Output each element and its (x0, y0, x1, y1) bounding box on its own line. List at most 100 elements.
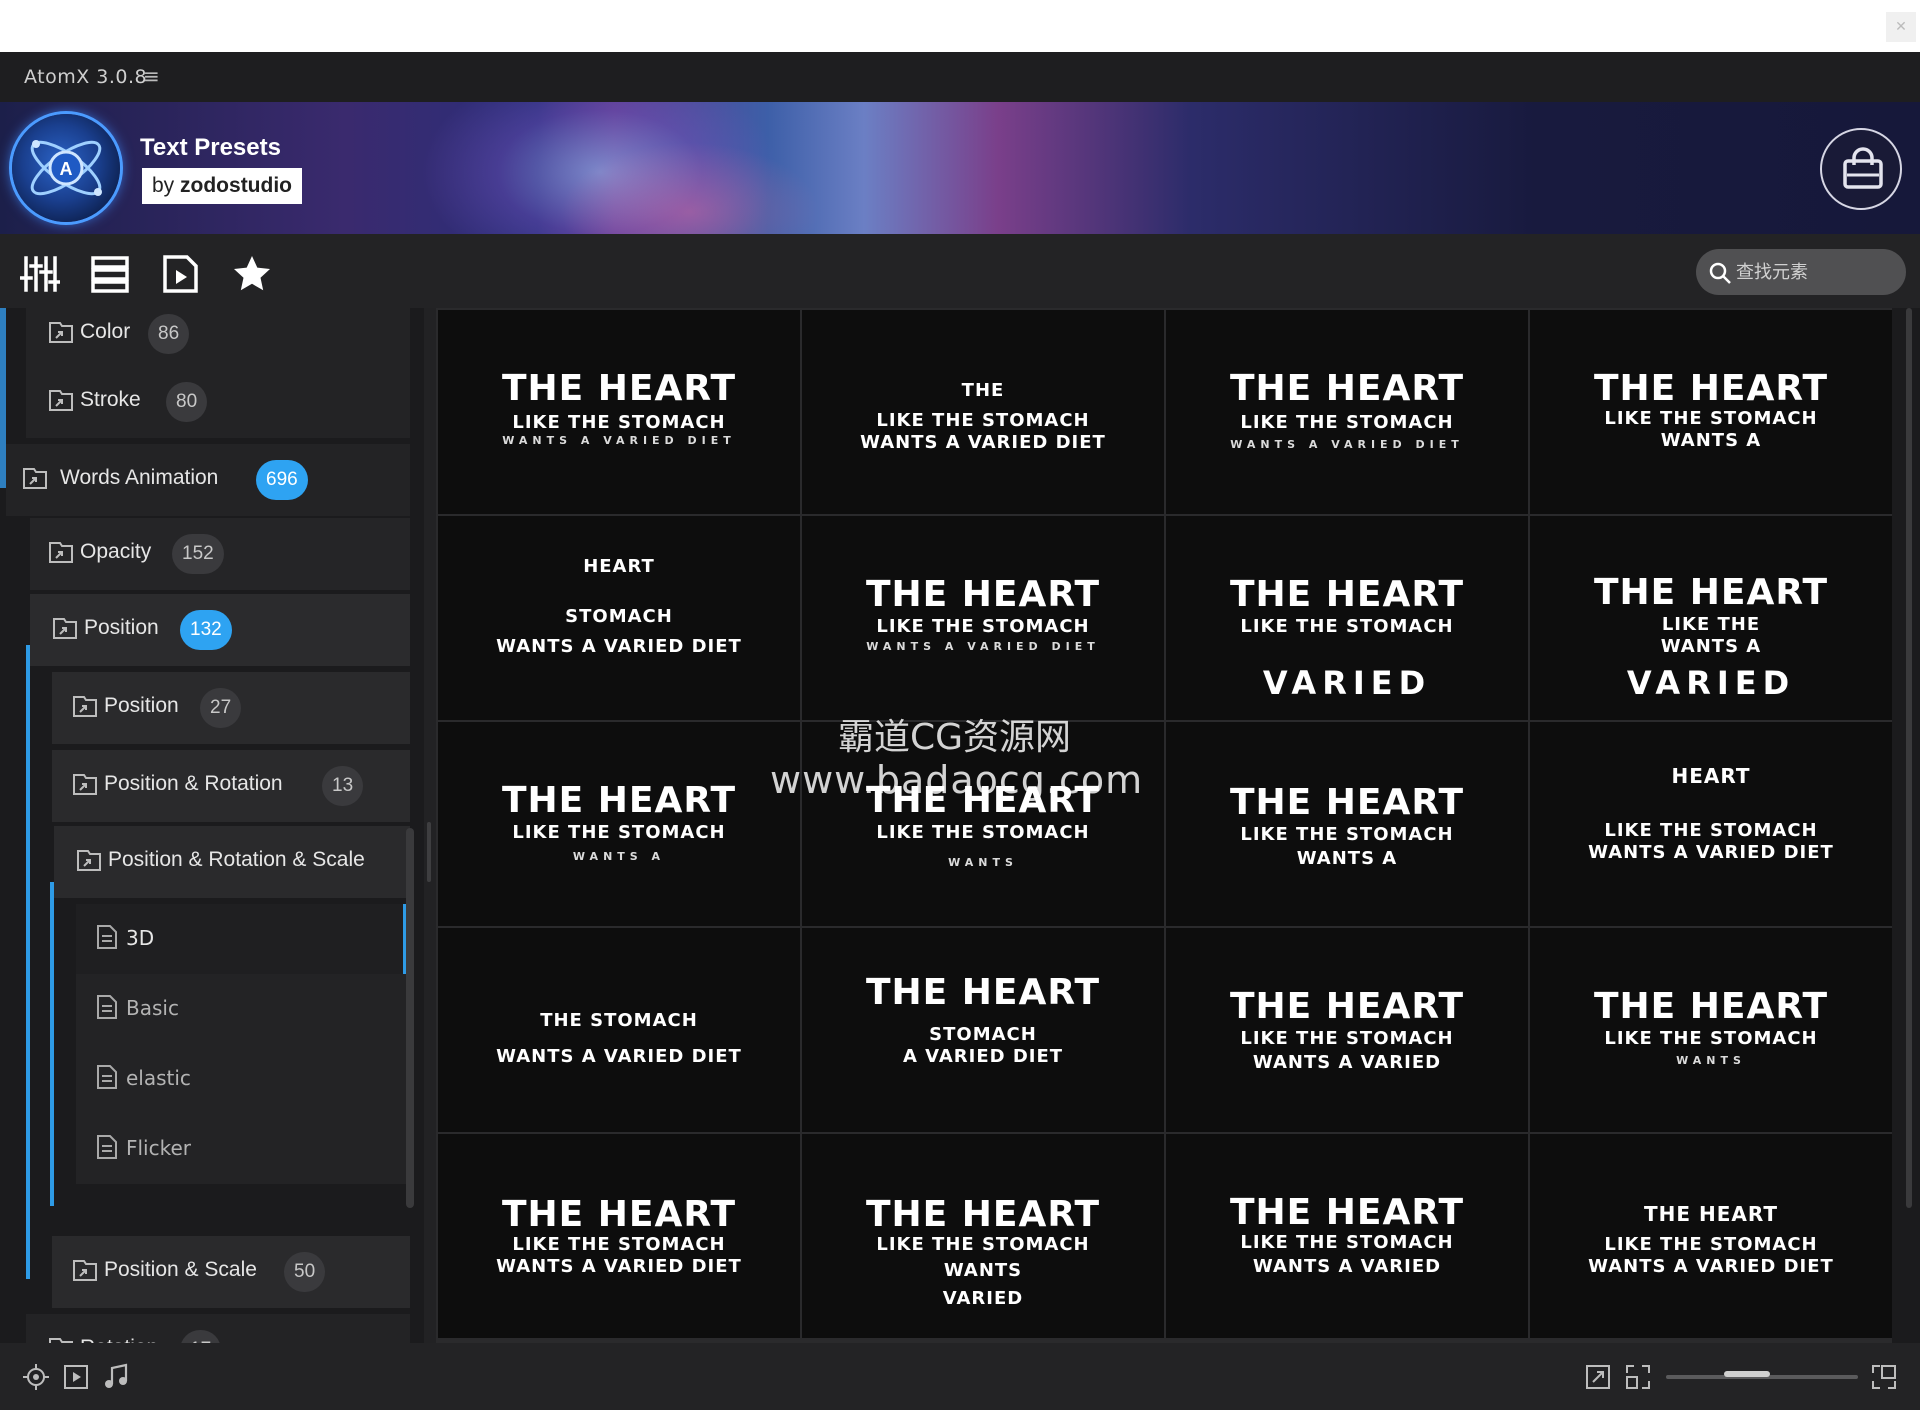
author-label[interactable]: by zodostudio (142, 168, 303, 204)
preset-thumbnail[interactable]: THE HEART LIKE THE STOMACH WANTS A VARIED (1166, 1134, 1528, 1338)
sidebar-item-color[interactable]: Color 86 (26, 308, 410, 370)
preset-thumbnail[interactable]: HEART STOMACH WANTS A VARIED DIET (438, 516, 800, 720)
preset-text-line: THE STOMACH (540, 1010, 698, 1031)
preset-thumbnail[interactable]: THE HEART LIKE THE STOMACH WANTS A (1530, 310, 1892, 514)
preset-thumbnail[interactable]: THE HEART LIKE THE STOMACH WANTS (1530, 928, 1892, 1132)
sidebar-item-label: Stroke (80, 388, 141, 411)
folder-icon (22, 466, 48, 492)
preset-thumbnail[interactable]: THE HEART LIKE THE STOMACH WANTS A VARIED … (1166, 310, 1528, 514)
sidebar-item-position-rotation-scale[interactable]: Position & Rotation & Scale (54, 826, 410, 898)
preset-text-line: LIKE THE STOMACH (512, 412, 726, 433)
media-file-icon[interactable] (160, 254, 200, 294)
preset-text-line: VARIED (1626, 664, 1796, 702)
sidebar-item-opacity[interactable]: Opacity 152 (30, 518, 410, 590)
fit-icon[interactable] (1624, 1363, 1652, 1391)
preset-thumbnail[interactable]: THE STOMACH WANTS A VARIED DIET (438, 928, 800, 1132)
window-close-icon[interactable]: ✕ (1886, 12, 1916, 42)
preset-text-line: WANTS (943, 1260, 1023, 1281)
preset-text-line: THE HEART (1593, 572, 1829, 613)
grid-scrollbar[interactable] (1906, 308, 1912, 1208)
preset-thumbnail[interactable]: THE HEART LIKE THE STOMACH WANTS A VARIED … (438, 310, 800, 514)
sidebar-item-label: Color (80, 320, 131, 343)
preset-thumbnail[interactable]: THE HEART LIKE THE STOMACH WANTS A VARIED … (802, 516, 1164, 720)
folder-icon (72, 772, 98, 798)
preset-text-line: THE HEART (865, 972, 1101, 1013)
sidebar-item-position-scale[interactable]: Position & Scale 50 (52, 1236, 410, 1308)
shopping-bag-button[interactable] (1820, 128, 1902, 210)
sidebar-item-position-sub[interactable]: Position 27 (52, 672, 410, 744)
preset-text-line: VARIED (942, 1288, 1024, 1309)
list-icon[interactable] (90, 254, 130, 294)
preset-text-line: WANTS A VARIED DIET (860, 432, 1106, 453)
count-badge: 80 (166, 382, 208, 422)
search-box[interactable] (1696, 249, 1906, 295)
count-badge: 132 (180, 610, 232, 650)
hamburger-icon[interactable]: ≡ (143, 64, 160, 88)
preset-text-line: STOMACH (929, 1024, 1037, 1045)
preset-thumbnail[interactable]: THE HEART LIKE THE STOMACH WANTS A VARIED … (438, 1134, 800, 1338)
author-prefix: by (152, 174, 175, 197)
folder-icon (52, 616, 78, 642)
sidebar-item-position[interactable]: Position 132 (30, 594, 410, 666)
preset-text-line: HEART (583, 556, 655, 577)
sidebar-item-words-animation[interactable]: Words Animation 696 (6, 444, 410, 516)
music-icon[interactable] (102, 1363, 130, 1391)
fullscreen-icon[interactable] (1870, 1363, 1898, 1391)
banner: A Text Presets by zodostudio (0, 102, 1920, 234)
preset-text-line: VARIED (1262, 664, 1432, 702)
preset-thumbnail[interactable]: THE LIKE THE STOMACH WANTS A VARIED DIET (802, 310, 1164, 514)
preset-text-line: WANTS A VARIED DIET (1588, 1256, 1834, 1277)
preset-thumbnail[interactable]: THE HEART LIKE THE STOMACH WANTS A VARIED … (1530, 1134, 1892, 1338)
preset-text-line: LIKE THE STOMACH (1240, 1028, 1454, 1049)
preset-thumbnail[interactable]: THE HEART LIKE THE WANTS A VARIED (1530, 516, 1892, 720)
preset-text-line: THE HEART (501, 1194, 737, 1235)
sidebar-item-stroke[interactable]: Stroke 80 (26, 366, 410, 438)
folder-icon (72, 694, 98, 720)
preset-thumbnail[interactable]: THE HEART LIKE THE STOMACH WANTS A (1166, 722, 1528, 926)
sliders-icon[interactable] (20, 254, 60, 294)
sidebar-item-flicker[interactable]: Flicker (76, 1114, 406, 1184)
preset-thumbnail[interactable]: THE HEART LIKE THE STOMACH WANTS A (438, 722, 800, 926)
target-icon[interactable] (22, 1363, 50, 1391)
preset-text-line: HEART (1671, 764, 1751, 788)
sidebar-item-position-rotation[interactable]: Position & Rotation 13 (52, 750, 410, 822)
preset-thumbnail[interactable]: HEART LIKE THE STOMACH WANTS A VARIED DIET (1530, 722, 1892, 926)
video-icon[interactable] (62, 1363, 90, 1391)
preset-text-line: THE HEART (1229, 368, 1465, 409)
preset-text-line: WANTS A (1660, 636, 1762, 657)
preset-text-line: WANTS (1676, 1054, 1746, 1067)
preset-text-line: THE HEART (1593, 986, 1829, 1027)
document-icon (96, 924, 118, 955)
zoom-slider-handle[interactable] (1724, 1371, 1770, 1377)
preset-text-line: THE (961, 380, 1005, 401)
preset-thumbnail[interactable]: THE HEART LIKE THE STOMACH WANTS VARIED (802, 1134, 1164, 1338)
sidebar-item-3d[interactable]: 3D (76, 904, 406, 974)
preset-text-line: LIKE THE STOMACH (1240, 616, 1454, 637)
preset-text-line: WANTS A VARIED DIET (502, 434, 736, 447)
star-icon[interactable] (232, 254, 272, 294)
preset-text-line: WANTS A VARIED DIET (496, 1256, 742, 1277)
preset-text-line: LIKE THE STOMACH (1604, 1234, 1818, 1255)
preset-thumbnail[interactable]: THE HEART STOMACH A VARIED DIET (802, 928, 1164, 1132)
watermark-text: 霸道CG资源网 (838, 717, 1072, 758)
sidebar-item-basic[interactable]: Basic (76, 974, 406, 1044)
document-icon (96, 1134, 118, 1165)
expand-icon[interactable] (1584, 1363, 1612, 1391)
sidebar-item-rotation[interactable]: Rotation 17 (26, 1314, 410, 1343)
sidebar-item-label: Position & Scale (104, 1258, 257, 1281)
svg-text:A: A (60, 159, 73, 179)
count-badge: 50 (284, 1252, 326, 1292)
count-badge: 86 (148, 314, 190, 354)
search-input[interactable] (1736, 249, 1896, 295)
preset-thumbnail[interactable]: THE HEART LIKE THE STOMACH VARIED (1166, 516, 1528, 720)
preset-text-line: THE HEART (1593, 368, 1829, 409)
sidebar-scrollbar[interactable] (406, 828, 414, 1208)
sidebar-item-elastic[interactable]: elastic (76, 1044, 406, 1114)
preset-thumbnail[interactable]: THE HEART LIKE THE STOMACH WANTS A VARIED (1166, 928, 1528, 1132)
splitter-grip[interactable] (427, 822, 431, 882)
preset-text-line: LIKE THE STOMACH (512, 1234, 726, 1255)
preset-text-line: LIKE THE STOMACH (512, 822, 726, 843)
preset-text-line: THE HEART (865, 1194, 1101, 1235)
folder-icon (72, 1258, 98, 1284)
count-badge: 13 (322, 766, 364, 806)
